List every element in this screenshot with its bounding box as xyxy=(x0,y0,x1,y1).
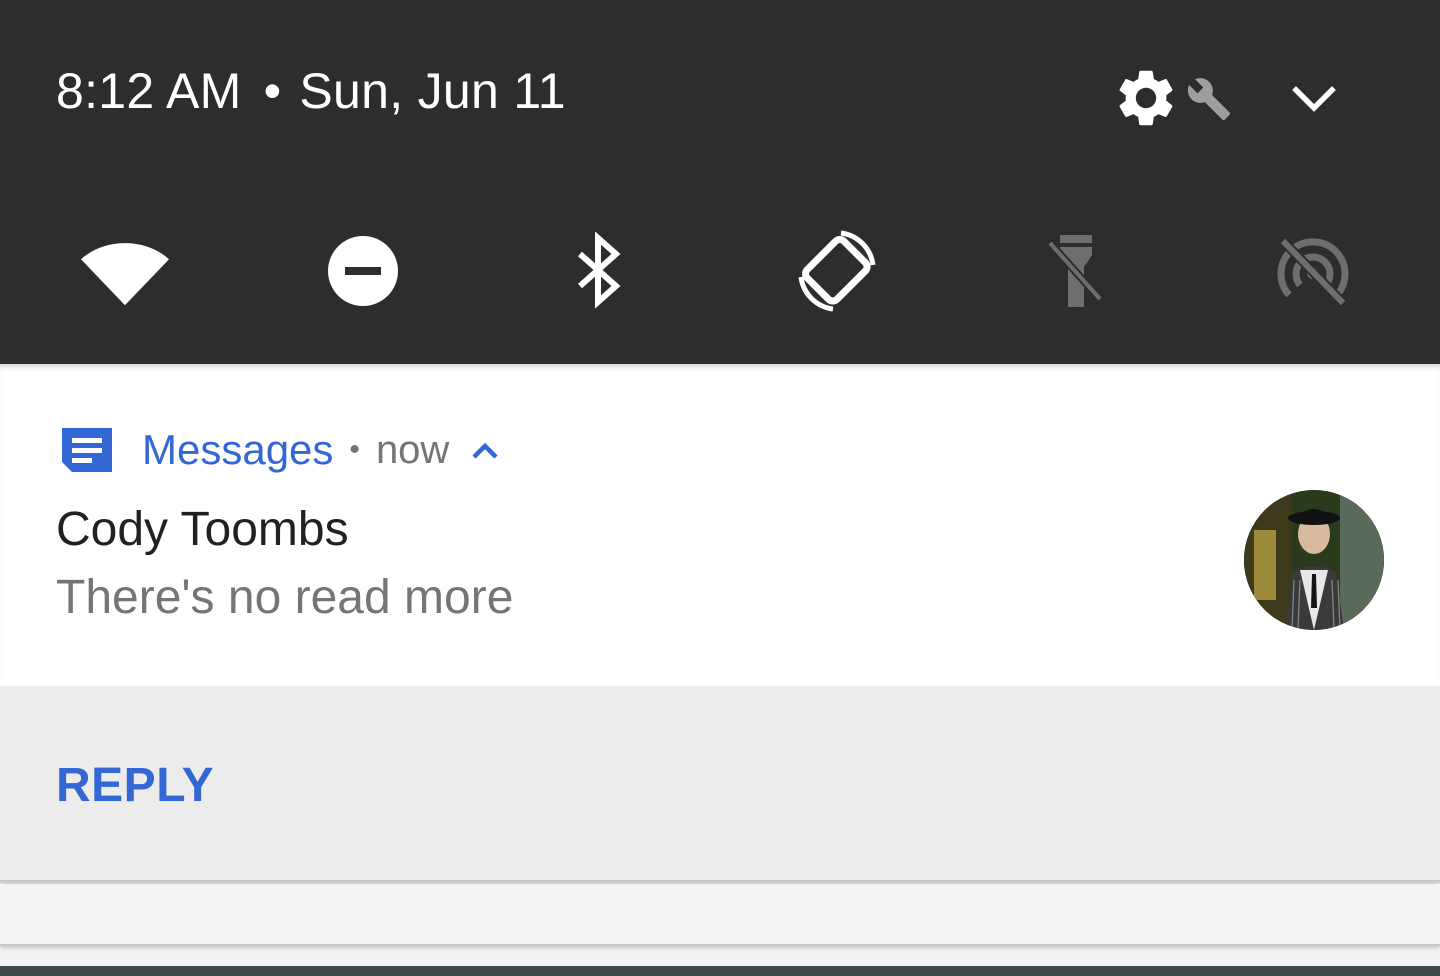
notification-header: Messages • now xyxy=(58,422,501,478)
chevron-down-icon xyxy=(1292,86,1336,112)
tile-wifi[interactable] xyxy=(80,228,170,314)
tile-do-not-disturb[interactable] xyxy=(318,228,408,314)
expand-button[interactable] xyxy=(1284,74,1344,126)
date: Sun, Jun 11 xyxy=(299,63,566,119)
tile-flashlight[interactable] xyxy=(1030,228,1120,314)
system-ui-tuner-button[interactable] xyxy=(1186,76,1232,122)
flashlight-off-icon xyxy=(1047,235,1103,307)
settings-button[interactable] xyxy=(1112,64,1180,132)
messages-app-icon xyxy=(62,428,112,472)
next-notification-card[interactable] xyxy=(0,884,1440,946)
tile-bluetooth[interactable] xyxy=(554,228,644,314)
separator-dot: • xyxy=(263,63,282,119)
notification-actions: REPLY xyxy=(0,686,1440,882)
gear-icon xyxy=(1119,70,1173,126)
notification-time: now xyxy=(375,427,450,472)
wrench-icon xyxy=(1187,78,1231,121)
clock: 8:12 AM xyxy=(56,63,242,119)
auto-rotate-icon xyxy=(798,230,876,312)
header-separator: • xyxy=(349,433,360,466)
sender-name: Cody Toombs xyxy=(56,503,349,556)
avatar xyxy=(1244,490,1384,630)
quick-settings-header: 8:12 AM • Sun, Jun 11 xyxy=(0,0,1440,364)
hotspot-off-icon xyxy=(1277,237,1349,307)
tile-hotspot[interactable] xyxy=(1268,228,1358,314)
reply-button[interactable]: REPLY xyxy=(56,758,214,813)
message-text: There's no read more xyxy=(56,571,514,624)
date-time: 8:12 AM • Sun, Jun 11 xyxy=(56,62,566,120)
message-notification[interactable]: Messages • now Cody Toombs There's no re… xyxy=(0,364,1440,686)
wifi-icon xyxy=(80,243,170,306)
bluetooth-icon xyxy=(578,232,621,309)
tile-auto-rotate[interactable] xyxy=(792,228,882,314)
app-name: Messages xyxy=(142,426,334,473)
contact-photo xyxy=(1244,490,1384,630)
chevron-up-icon[interactable] xyxy=(469,435,501,465)
do-not-disturb-icon xyxy=(328,236,398,306)
wallpaper-strip xyxy=(0,966,1440,976)
